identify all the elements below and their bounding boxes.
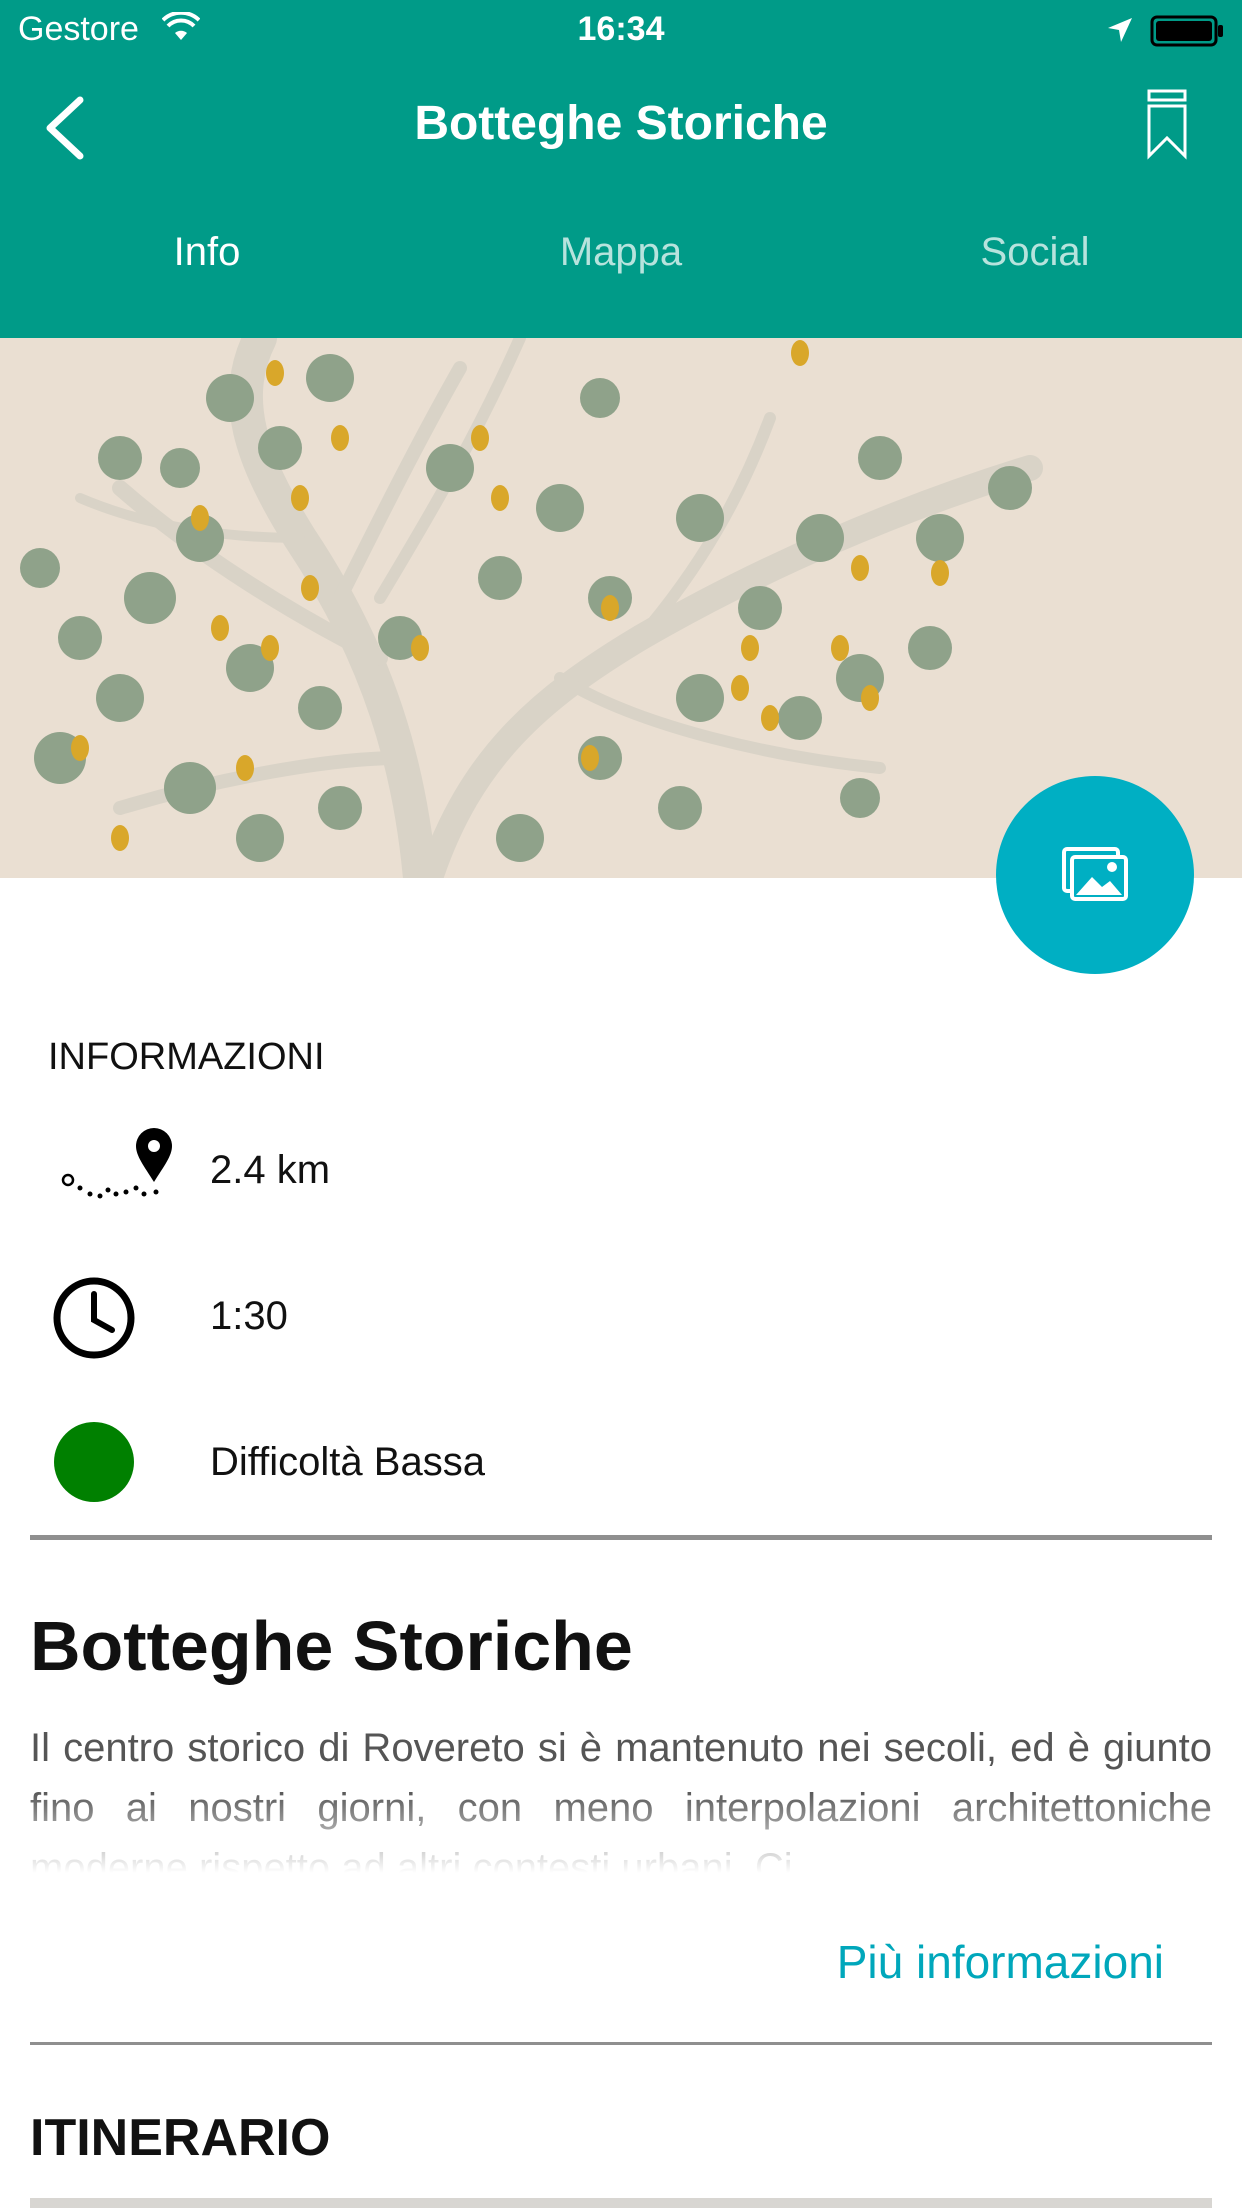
detail-title: Botteghe Storiche xyxy=(30,1607,633,1685)
tab-social[interactable]: Social xyxy=(828,230,1242,310)
distance-row: 2.4 km xyxy=(48,1120,1198,1220)
description-fade xyxy=(0,1790,1242,1900)
tab-map[interactable]: Mappa xyxy=(414,230,828,310)
tab-bar: Info Mappa Social xyxy=(0,230,1242,310)
difficulty-indicator xyxy=(54,1422,134,1502)
difficulty-value: Difficoltà Bassa xyxy=(210,1440,485,1484)
section-divider xyxy=(30,2042,1212,2045)
location-arrow-icon xyxy=(1108,18,1132,42)
image-gallery-icon xyxy=(1062,847,1128,901)
itinerary-heading: ITINERARIO xyxy=(30,2109,331,2167)
itinerary-preview xyxy=(30,2198,1212,2208)
status-time: 16:34 xyxy=(577,10,665,48)
duration-row: 1:30 xyxy=(48,1266,1198,1366)
back-button[interactable] xyxy=(36,92,96,164)
tab-info[interactable]: Info xyxy=(0,230,414,310)
distance-value: 2.4 km xyxy=(210,1148,331,1192)
info-heading: INFORMAZIONI xyxy=(48,1036,325,1078)
difficulty-row: Difficoltà Bassa xyxy=(48,1412,1198,1512)
clock-icon xyxy=(53,1277,135,1359)
app-header: Gestore 16:34 Botteghe Storiche Info Map… xyxy=(0,0,1242,338)
battery-icon xyxy=(1150,15,1223,47)
route-distance-icon xyxy=(61,1128,172,1199)
duration-value: 1:30 xyxy=(210,1294,288,1338)
bookmark-icon[interactable] xyxy=(1146,88,1188,160)
status-bar: Gestore 16:34 xyxy=(0,0,1242,62)
page-title: Botteghe Storiche xyxy=(414,97,828,150)
gallery-button[interactable] xyxy=(996,776,1194,974)
section-divider xyxy=(30,1535,1212,1540)
more-info-link[interactable]: Più informazioni xyxy=(837,1935,1164,1989)
